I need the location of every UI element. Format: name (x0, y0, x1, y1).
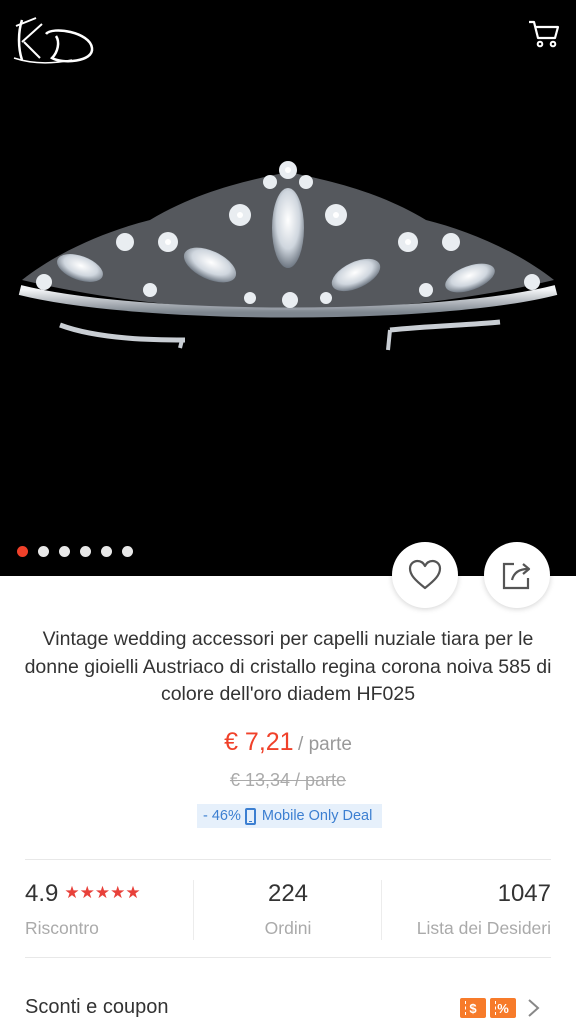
orders-label: Ordini (264, 918, 312, 938)
divider (25, 957, 551, 958)
price-unit: / parte (298, 734, 352, 755)
coupons-row[interactable]: Sconti e coupon $ % (0, 988, 576, 1024)
gallery-dot[interactable] (17, 546, 28, 557)
wishlist-button[interactable] (392, 542, 458, 608)
mobile-deal-badge: - 46% Mobile Only Deal (197, 804, 383, 828)
coupons-label: Sconti e coupon (25, 996, 169, 1018)
rating-stat[interactable]: 4.9 ★★★★★ Riscontro (25, 880, 141, 939)
wishlist-value: 1047 (497, 880, 551, 907)
gallery-dot[interactable] (80, 546, 91, 557)
gallery-dot[interactable] (38, 546, 49, 557)
wishlist-stat[interactable]: 1047 Lista dei Desideri (417, 880, 551, 939)
dollar-coupon-icon: $ (460, 998, 486, 1018)
tiara-image (18, 161, 558, 351)
orders-value: 224 (267, 880, 309, 907)
rating-stars-icon: ★★★★★ (64, 883, 141, 902)
current-price: € 7,21 (224, 728, 294, 756)
coupon-icons: $ % (460, 998, 516, 1018)
original-price: € 13,34 / parte (229, 770, 347, 790)
heart-icon (408, 559, 442, 590)
share-icon (502, 562, 531, 590)
divider (381, 880, 382, 940)
gallery-dot[interactable] (59, 546, 70, 557)
discount-label: - 46% (203, 808, 241, 824)
divider (193, 880, 194, 940)
product-image-gallery[interactable] (0, 0, 576, 576)
deal-label: Mobile Only Deal (261, 808, 373, 824)
share-button[interactable] (484, 542, 550, 608)
gallery-pagination (17, 546, 133, 557)
wishlist-label: Lista dei Desideri (416, 918, 551, 938)
rating-value: 4.9 (25, 880, 59, 907)
product-stats: 4.9 ★★★★★ Riscontro 224 Ordini 1047 Lista… (0, 860, 576, 956)
percent-coupon-icon: % (490, 998, 516, 1018)
chevron-right-icon (528, 999, 540, 1017)
cart-icon[interactable] (526, 16, 562, 52)
price-row: € 7,21 / parte (0, 728, 576, 757)
orders-stat[interactable]: 224 Ordini (195, 880, 381, 939)
phone-icon (244, 807, 256, 825)
kd-logo-icon[interactable] (12, 12, 98, 68)
product-title: Vintage wedding accessori per capelli nu… (24, 628, 552, 705)
gallery-dot[interactable] (122, 546, 133, 557)
rating-label: Riscontro (25, 918, 99, 938)
gallery-dot[interactable] (101, 546, 112, 557)
